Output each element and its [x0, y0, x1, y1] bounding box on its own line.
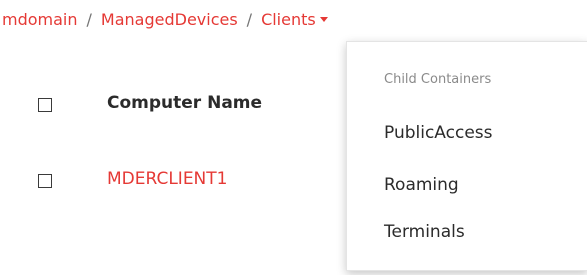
breadcrumb-separator: / — [86, 10, 92, 29]
computer-name-link[interactable]: MDERCLIENT1 — [107, 167, 227, 191]
breadcrumb-separator: / — [246, 10, 253, 29]
breadcrumb: mdomain / ManagedDevices / Clients — [2, 10, 328, 30]
dropdown-item-roaming[interactable]: Roaming — [384, 173, 459, 197]
child-containers-dropdown: Child Containers PublicAccess Roaming Te… — [346, 41, 587, 271]
breadcrumb-item-manageddevices[interactable]: ManagedDevices — [101, 10, 238, 29]
breadcrumb-item-clients[interactable]: Clients — [261, 10, 328, 29]
dropdown-item-terminals[interactable]: Terminals — [384, 220, 465, 244]
column-header-computer-name[interactable]: Computer Name — [107, 91, 262, 115]
caret-down-icon[interactable] — [319, 17, 328, 22]
dropdown-header: Child Containers — [384, 72, 492, 87]
breadcrumb-item-clients-label[interactable]: Clients — [261, 10, 316, 29]
breadcrumb-item-mdomain[interactable]: mdomain — [2, 10, 78, 29]
dropdown-item-publicaccess[interactable]: PublicAccess — [384, 121, 493, 145]
select-all-checkbox[interactable] — [38, 98, 52, 112]
row-checkbox[interactable] — [38, 174, 52, 188]
